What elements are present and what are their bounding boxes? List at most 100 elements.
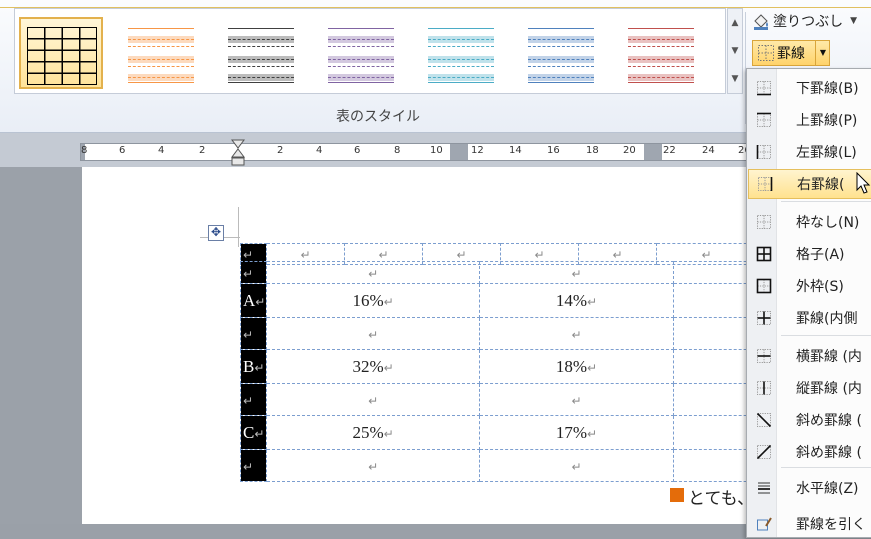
menu-item-border-top[interactable]: 上罫線(P) [748, 105, 871, 135]
menu-item-border-right[interactable]: 右罫線( [748, 169, 871, 199]
light-shading-black-preview [228, 26, 294, 83]
menu-item-diagonal-down[interactable]: 斜め罫線 ( [748, 405, 871, 435]
menu-item-label: 下罫線(B) [796, 81, 859, 97]
preview-line [128, 59, 194, 60]
paragraph-mark: ↵ [383, 294, 394, 309]
borders-label: 罫線 [777, 46, 805, 62]
menu-item-border-none[interactable]: 枠なし(N) [748, 207, 871, 237]
menu-item-label: 水平線(Z) [796, 481, 859, 497]
table-cell[interactable]: ↵ [479, 383, 674, 416]
ruler-number: 6 [354, 145, 361, 156]
border-top-icon [757, 112, 771, 127]
border-none-icon [757, 215, 771, 229]
paragraph-mark: ↵ [571, 393, 582, 408]
ruler-number: 6 [119, 145, 126, 156]
menu-item-label: 枠なし(N) [796, 215, 860, 231]
row-label-cell[interactable]: C↵ [240, 415, 267, 450]
table-cell[interactable]: ↵ [479, 261, 674, 284]
indent-marker-icon[interactable] [231, 137, 245, 167]
table-style-light-red[interactable] [619, 17, 703, 89]
border-inside-horizontal-icon [757, 349, 771, 363]
ribbon-top-edge [0, 0, 871, 8]
preview-line [428, 28, 494, 29]
preview-line [328, 66, 394, 67]
gallery-scrollbar[interactable]: ▲ ▼ ▼ [727, 8, 743, 94]
menu-item-border-inside-horizontal[interactable]: 横罫線 (内 [748, 341, 871, 371]
preview-line [228, 46, 294, 47]
preview-line [528, 46, 594, 47]
menu-separator [781, 335, 871, 336]
ruler-column-gap [450, 144, 468, 160]
menu-item-draw-table[interactable]: 罫線を引く [748, 509, 871, 539]
preview-line [128, 28, 194, 29]
cell-value: 18% [555, 356, 588, 376]
paragraph-mark: ↵ [587, 426, 598, 441]
row-label-cell[interactable]: B↵ [240, 349, 267, 384]
row-label-cell[interactable]: ↵ [240, 383, 267, 416]
menu-item-border-left[interactable]: 左罫線(L) [748, 137, 871, 167]
table-cell[interactable]: 25%↵ [265, 415, 481, 450]
borders-button[interactable]: 罫線 ▼ [752, 40, 830, 66]
margin-crop-mark [238, 207, 239, 247]
mouse-cursor-icon [856, 172, 871, 194]
menu-item-label: 左罫線(L) [796, 145, 857, 161]
menu-item-horizontal-line[interactable]: 水平線(Z) [748, 473, 871, 503]
table-style-light-black[interactable] [219, 17, 303, 89]
menu-item-diagonal-up[interactable]: 斜め罫線 ( [748, 437, 871, 467]
menu-item-label: 斜め罫線 ( [796, 413, 862, 429]
preview-line [328, 77, 394, 78]
preview-line [428, 66, 494, 67]
table-style-light-blue[interactable] [519, 17, 603, 89]
preview-line [428, 39, 494, 40]
chevron-down-icon: ▼ [850, 16, 858, 26]
row-label-cell[interactable]: ↵ [240, 449, 267, 482]
scroll-up-icon[interactable]: ▲ [728, 9, 742, 37]
row-label-cell[interactable]: ↵ [240, 261, 267, 284]
menu-item-border-bottom[interactable]: 下罫線(B) [748, 73, 871, 103]
table-cell[interactable]: ↵ [265, 383, 481, 416]
table-cell[interactable]: 14%↵ [479, 283, 674, 318]
preview-line [628, 82, 694, 83]
table-cell[interactable]: ↵ [265, 449, 481, 482]
table-cell[interactable]: 17%↵ [479, 415, 674, 450]
table-cell[interactable]: 32%↵ [265, 349, 481, 384]
table-cell[interactable]: ↵ [265, 317, 481, 350]
menu-item-label: 縦罫線 (内 [796, 381, 862, 397]
menu-item-border-all[interactable]: 格子(A) [748, 239, 871, 269]
preview-line [328, 59, 394, 60]
paragraph-mark: ↵ [254, 360, 265, 375]
row-label: B [243, 356, 255, 376]
border-left-icon [756, 145, 771, 159]
chevron-down-icon[interactable]: ▼ [815, 41, 830, 65]
preview-line [528, 77, 594, 78]
menu-item-border-outside[interactable]: 外枠(S) [748, 271, 871, 301]
horizontal-ruler[interactable]: 8 6 4 2 2 4 6 8 10 12 14 16 18 20 22 24 26 [80, 143, 751, 161]
preview-line [528, 82, 594, 83]
menu-item-border-inside-vertical[interactable]: 縦罫線 (内 [748, 373, 871, 403]
menu-separator [781, 467, 871, 468]
table-style-light-aqua[interactable] [419, 17, 503, 89]
document-background [0, 167, 82, 524]
menu-item-border-inside[interactable]: 罫線(内側 [748, 303, 871, 333]
border-grid-icon [758, 45, 774, 61]
light-shading-orange-preview [128, 26, 194, 83]
gallery-more-icon[interactable]: ▼ [728, 65, 742, 93]
table-cell[interactable]: ↵ [265, 261, 481, 284]
menu-item-label: 外枠(S) [796, 279, 844, 295]
table-move-handle-icon[interactable]: ✥ [208, 225, 224, 241]
ruler-area: 8 6 4 2 2 4 6 8 10 12 14 16 18 20 22 24 26 [0, 133, 871, 167]
table-cell[interactable]: ↵ [479, 449, 674, 482]
row-label-cell[interactable]: A↵ [240, 283, 267, 318]
table-style-grid[interactable] [19, 17, 103, 89]
table-cell[interactable]: 18%↵ [479, 349, 674, 384]
scroll-down-icon[interactable]: ▼ [728, 37, 742, 65]
table-cell[interactable]: ↵ [479, 317, 674, 350]
table-style-light-orange[interactable] [119, 17, 203, 89]
table-style-light-purple[interactable] [319, 17, 403, 89]
table-cell[interactable]: 16%↵ [265, 283, 481, 318]
preview-line [328, 46, 394, 47]
table-grid-preview [27, 27, 97, 85]
shading-button[interactable]: 塗りつぶし ▼ [752, 10, 857, 32]
preview-line [528, 66, 594, 67]
row-label-cell[interactable]: ↵ [240, 317, 267, 350]
